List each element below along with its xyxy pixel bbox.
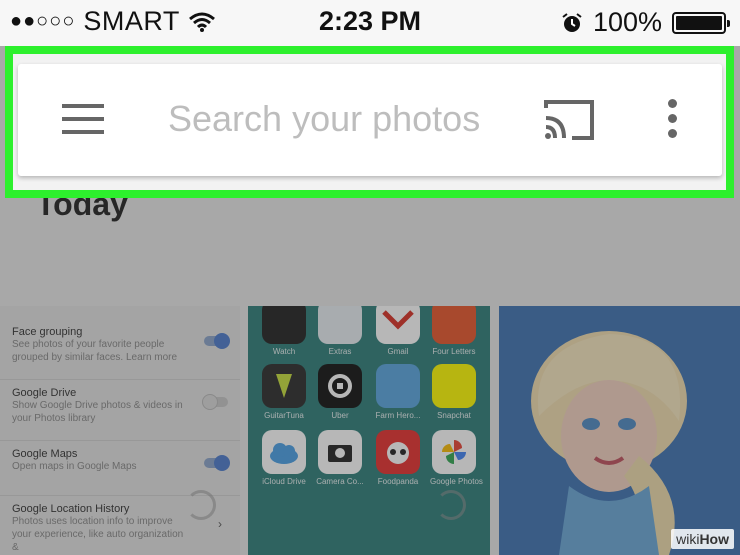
wikihow-watermark: wikiHow [671, 529, 734, 549]
battery-percent: 100% [592, 7, 662, 37]
status-bar: ●●○○○ SMART 2:23 PM 100% [0, 0, 740, 46]
watermark-suffix: How [699, 531, 729, 547]
battery-icon [672, 11, 730, 34]
search-bar[interactable]: Search your photos [18, 64, 722, 176]
menu-icon[interactable] [62, 104, 104, 136]
watermark-prefix: wiki [676, 531, 700, 547]
search-input[interactable]: Search your photos [168, 98, 480, 140]
alarm-icon [562, 12, 582, 32]
cast-icon[interactable] [542, 98, 596, 142]
more-vertical-icon[interactable] [668, 99, 678, 143]
screen: ●●○○○ SMART 2:23 PM 100% Today Face grou… [0, 0, 740, 555]
status-right: 100% [561, 7, 730, 38]
